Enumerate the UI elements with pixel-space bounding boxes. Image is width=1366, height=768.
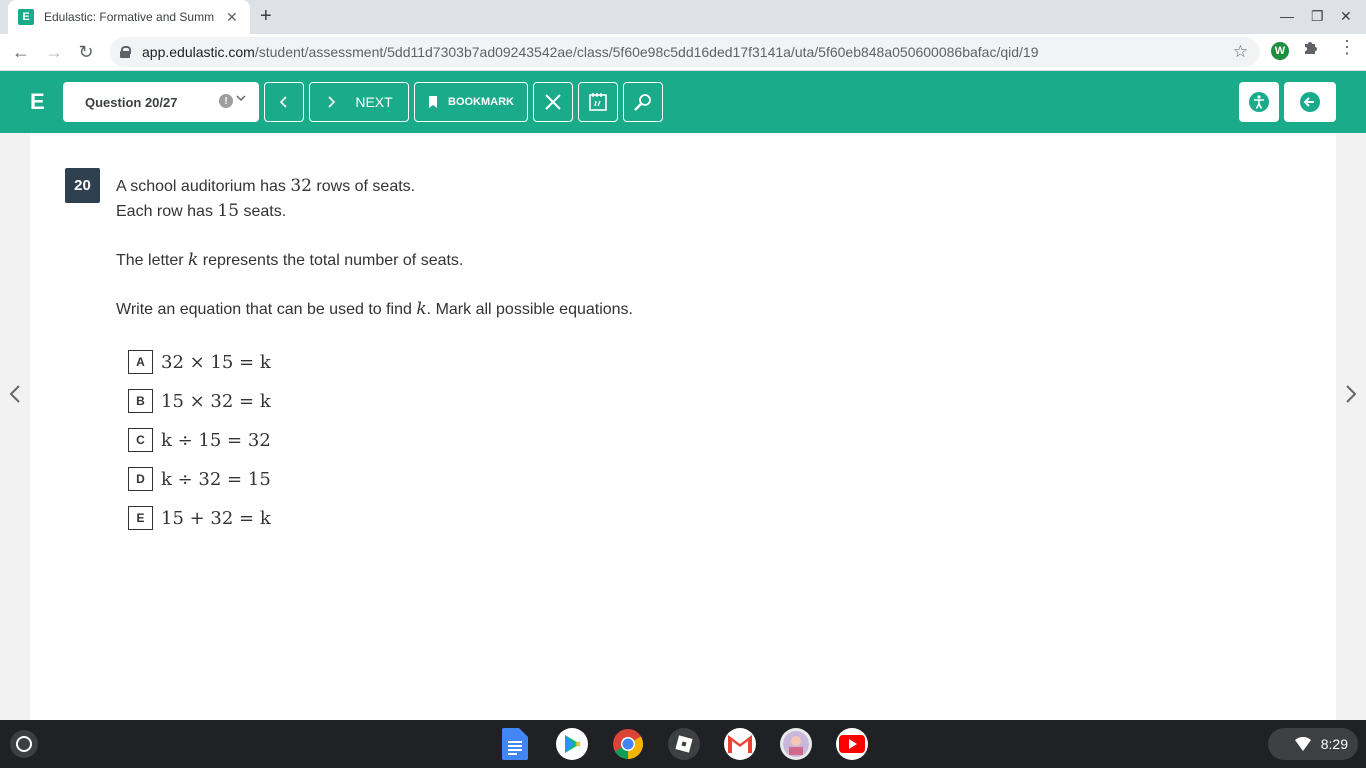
stem-line-4: Write an equation that can be used to fi… — [116, 299, 633, 319]
question-panel: 20 A school auditorium has 32 rows of se… — [30, 133, 1336, 720]
eliminator-button[interactable] — [533, 82, 573, 122]
stem-line-3: The letter k represents the total number… — [116, 250, 464, 270]
option-letter: A — [128, 350, 153, 374]
option-expression: 15 + 32 = k — [161, 507, 271, 529]
option-expression: k ÷ 32 = 15 — [161, 468, 271, 490]
back-icon[interactable]: ← — [9, 40, 33, 64]
info-icon: ! — [219, 94, 233, 108]
exit-arrow-icon — [1300, 92, 1320, 112]
option-letter: B — [128, 389, 153, 413]
browser-toolbar: ← → ↻ app.edulastic.com/student/assessme… — [0, 34, 1366, 71]
accessibility-icon — [1249, 92, 1269, 112]
scratchpad-button[interactable] — [578, 82, 618, 122]
close-tab-icon[interactable]: ✕ — [226, 9, 238, 26]
lock-icon — [120, 46, 131, 58]
browser-tab[interactable]: E Edulastic: Formative and Summ ✕ — [8, 0, 250, 34]
assessment-header: E Question 20/27 ! NEXT BOOKMARK — [0, 71, 1366, 133]
option-expression: 15 × 32 = k — [161, 390, 271, 412]
question-stem: A school auditorium has 32 rows of seats… — [116, 174, 633, 322]
clock: 8:29 — [1320, 736, 1348, 752]
previous-question-button[interactable] — [264, 82, 304, 122]
option-letter: D — [128, 467, 153, 491]
status-tray[interactable]: 8:29 — [1268, 728, 1358, 760]
next-label: NEXT — [355, 94, 393, 110]
close-x-icon — [545, 94, 561, 110]
restore-icon[interactable]: ❐ — [1311, 8, 1324, 25]
extension-w-icon[interactable]: W — [1271, 42, 1289, 60]
close-window-icon[interactable]: ✕ — [1340, 8, 1352, 25]
tab-strip: E Edulastic: Formative and Summ ✕ + — ❐ … — [0, 0, 1366, 34]
magnifier-icon — [634, 94, 651, 111]
answer-option-c[interactable]: C k ÷ 15 = 32 — [128, 427, 271, 453]
app-avatar-icon[interactable] — [780, 728, 812, 760]
edulastic-logo: E — [30, 89, 45, 114]
bookmark-button[interactable]: BOOKMARK — [414, 82, 528, 122]
youtube-icon[interactable] — [836, 728, 868, 760]
exit-test-button[interactable] — [1284, 82, 1336, 122]
scratchpad-icon — [589, 93, 607, 111]
stem-line-1: A school auditorium has 32 rows of seats… — [116, 176, 416, 196]
question-selector[interactable]: Question 20/27 ! — [63, 82, 259, 122]
forward-icon[interactable]: → — [42, 40, 66, 64]
bookmark-icon — [429, 96, 437, 108]
answer-option-a[interactable]: A 32 × 15 = k — [128, 349, 271, 375]
edulastic-favicon-icon: E — [18, 9, 34, 25]
reload-icon[interactable]: ↻ — [74, 40, 98, 64]
launcher-icon[interactable] — [10, 730, 38, 758]
chrome-icon[interactable] — [612, 728, 644, 760]
chevron-down-icon — [235, 92, 247, 107]
question-number: 20 — [65, 168, 100, 203]
chevron-right-icon — [328, 96, 336, 108]
wifi-icon — [1294, 737, 1311, 751]
bookmark-star-icon[interactable]: ☆ — [1233, 42, 1248, 62]
option-expression: 32 × 15 = k — [161, 351, 271, 373]
next-question-button[interactable]: NEXT — [309, 82, 409, 122]
extensions-puzzle-icon[interactable] — [1302, 40, 1318, 61]
answer-option-d[interactable]: D k ÷ 32 = 15 — [128, 466, 271, 492]
prev-page-arrow-icon[interactable] — [8, 384, 22, 410]
option-letter: C — [128, 428, 153, 452]
next-page-arrow-icon[interactable] — [1344, 384, 1358, 410]
play-store-icon[interactable] — [556, 728, 588, 760]
magnifier-button[interactable] — [623, 82, 663, 122]
option-expression: k ÷ 15 = 32 — [161, 429, 271, 451]
new-tab-icon[interactable]: + — [260, 5, 272, 28]
gmail-icon[interactable] — [724, 728, 756, 760]
minimize-icon[interactable]: — — [1280, 8, 1294, 24]
url-text: app.edulastic.com/student/assessment/5dd… — [142, 44, 1039, 60]
option-letter: E — [128, 506, 153, 530]
bookmark-label: BOOKMARK — [448, 96, 514, 108]
answer-option-b[interactable]: B 15 × 32 = k — [128, 388, 271, 414]
accessibility-button[interactable] — [1239, 82, 1279, 122]
browser-menu-icon[interactable]: ⋮ — [1338, 38, 1356, 56]
tab-title: Edulastic: Formative and Summ — [44, 10, 215, 24]
chevron-left-icon — [279, 96, 287, 108]
answer-option-e[interactable]: E 15 + 32 = k — [128, 505, 271, 531]
os-shelf: 8:29 — [0, 720, 1366, 768]
address-bar[interactable]: app.edulastic.com/student/assessment/5dd… — [110, 37, 1260, 67]
question-selector-label: Question 20/27 — [85, 94, 178, 110]
stem-line-2: Each row has 15 seats. — [116, 201, 287, 221]
docs-icon[interactable] — [500, 728, 530, 760]
roblox-icon[interactable] — [668, 728, 700, 760]
